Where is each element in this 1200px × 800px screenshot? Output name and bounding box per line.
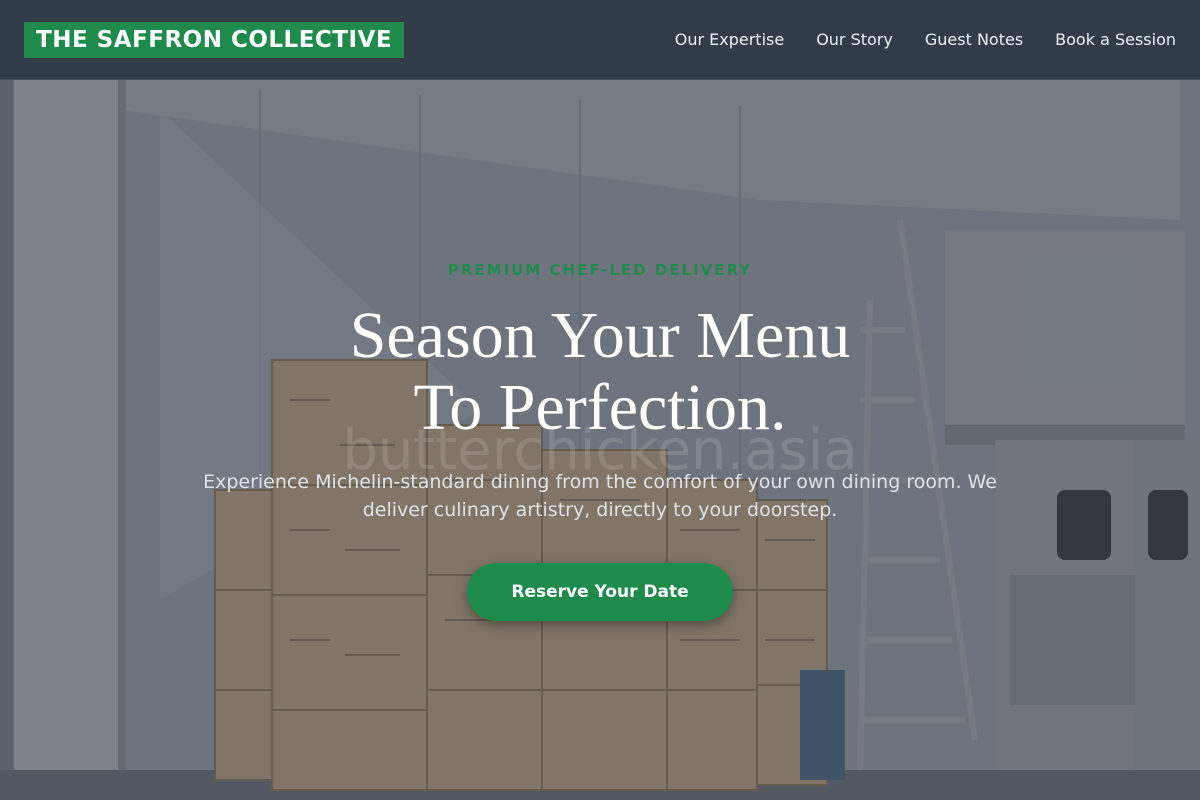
nav-link-our-expertise[interactable]: Our Expertise [675, 30, 784, 49]
nav-link-book-a-session[interactable]: Book a Session [1055, 30, 1176, 49]
hero-eyebrow: PREMIUM CHEF-LED DELIVERY [447, 261, 753, 279]
hero-headline-line-2: To Perfection. [413, 371, 787, 444]
brand-logo[interactable]: THE SAFFRON COLLECTIVE [24, 21, 405, 58]
nav-link-our-story[interactable]: Our Story [816, 30, 893, 49]
hero-headline-line-1: Season Your Menu [349, 299, 851, 372]
reserve-date-button[interactable]: Reserve Your Date [467, 563, 733, 621]
site-header: THE SAFFRON COLLECTIVE Our Expertise Our… [0, 0, 1200, 80]
hero-headline: Season Your Menu To Perfection. [0, 300, 1200, 444]
hero-content: PREMIUM CHEF-LED DELIVERY Season Your Me… [0, 80, 1200, 800]
nav-link-guest-notes[interactable]: Guest Notes [925, 30, 1023, 49]
hero-section: butterchicken.asia PREMIUM CHEF-LED DELI… [0, 80, 1200, 800]
main-nav: Our Expertise Our Story Guest Notes Book… [675, 30, 1176, 49]
hero-subtext: Experience Michelin-standard dining from… [203, 471, 997, 521]
